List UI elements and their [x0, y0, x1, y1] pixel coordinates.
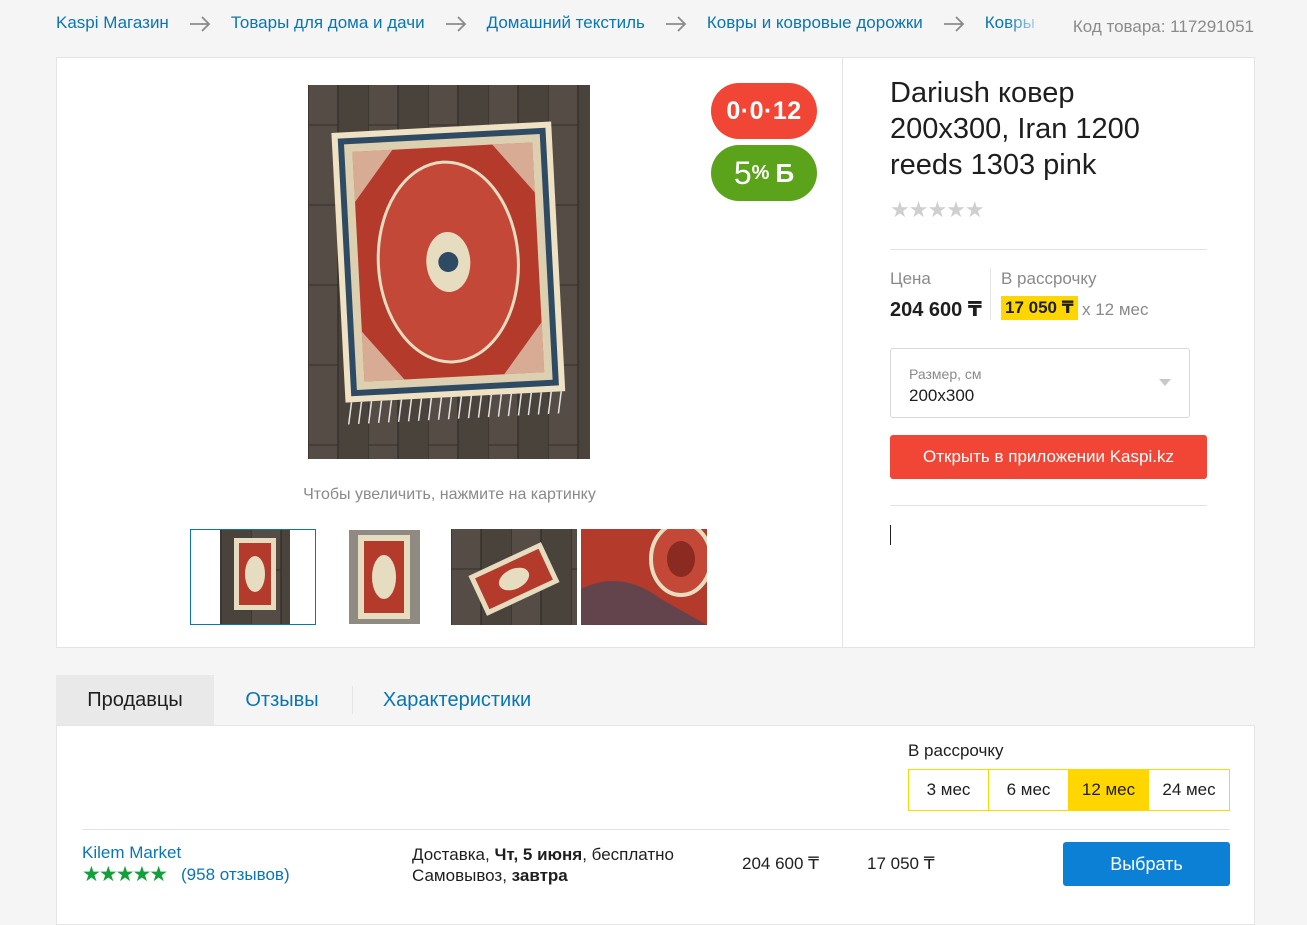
breadcrumb-item-home-garden[interactable]: Товары для дома и дачи: [231, 13, 425, 33]
thumbnail-2[interactable]: [320, 529, 446, 625]
term-12-months-button[interactable]: 12 мес: [1069, 770, 1149, 810]
bonus-symbol: Б: [775, 157, 795, 188]
delivery-prefix: Доставка,: [412, 845, 495, 864]
thumbnail-3[interactable]: [451, 529, 577, 625]
breadcrumb-fade: [1006, 10, 1046, 36]
seller-installment: 17 050 ₸: [867, 854, 935, 873]
delivery-date: Чт, 5 июня: [494, 845, 583, 864]
seller-rating-stars-icon: ★★★★★: [82, 863, 168, 886]
installment-0-0-12-badge: 0·0·12: [711, 83, 817, 139]
arrow-right-icon: [169, 13, 231, 33]
open-in-app-button[interactable]: Открыть в приложении Kaspi.kz: [890, 435, 1207, 479]
delivery-info: Доставка, Чт, 5 июня, бесплатно Самовыво…: [412, 844, 674, 886]
pickup-line: Самовывоз, завтра: [412, 865, 674, 886]
delivery-line: Доставка, Чт, 5 июня, бесплатно: [412, 844, 674, 865]
arrow-right-icon: [645, 13, 707, 33]
installment-label: В рассрочку: [1001, 269, 1097, 288]
text-cursor: [890, 525, 891, 545]
product-tabs: Продавцы Отзывы Характеристики: [56, 675, 856, 734]
size-select-value: 200x300: [909, 386, 975, 405]
pickup-date: завтра: [511, 866, 568, 885]
product-title: Dariush ковер 200x300, Iran 1200 reeds 1…: [890, 77, 1140, 181]
arrow-right-icon: [923, 13, 985, 33]
rating-stars-icon: ★★★★★: [890, 197, 985, 222]
divider: [890, 249, 1207, 250]
select-seller-button[interactable]: Выбрать: [1063, 842, 1230, 886]
thumbnail-1[interactable]: [190, 529, 316, 625]
pickup-prefix: Самовывоз,: [412, 866, 512, 885]
price-value: 204 600 ₸: [890, 299, 982, 321]
seller-price: 204 600 ₸: [742, 854, 819, 873]
chevron-down-icon: [1159, 379, 1171, 386]
size-select-label: Размер, см: [909, 366, 982, 382]
installment-term-selector: 3 мес 6 мес 12 мес 24 мес: [908, 769, 1230, 811]
thumbnail-4[interactable]: [581, 529, 707, 625]
main-product-image[interactable]: [308, 85, 590, 459]
zoom-hint: Чтобы увеличить, нажмите на картинку: [303, 486, 596, 503]
breadcrumb-item-home-textile[interactable]: Домашний текстиль: [487, 13, 645, 33]
divider: [82, 829, 1230, 830]
sellers-panel: В рассрочку 3 мес 6 мес 12 мес 24 мес Ki…: [56, 725, 1255, 925]
divider: [890, 505, 1207, 506]
product-card: 0·0·12 5% Б Чтобы увеличить, нажмите на к…: [56, 57, 1255, 648]
bonus-badge: 5% Б: [711, 145, 817, 201]
product-sku: Код товара: 117291051: [1072, 17, 1254, 36]
breadcrumb-item-kaspi-shop[interactable]: Kaspi Магазин: [56, 13, 169, 33]
tab-reviews[interactable]: Отзывы: [214, 675, 350, 726]
term-3-months-button[interactable]: 3 мес: [909, 770, 989, 810]
arrow-right-icon: [425, 13, 487, 33]
breadcrumb-item-carpets-runners[interactable]: Ковры и ковровые дорожки: [707, 13, 923, 33]
term-24-months-button[interactable]: 24 мес: [1149, 770, 1229, 810]
installment-term-label: В рассрочку: [908, 741, 1004, 760]
product-gallery: 0·0·12 5% Б Чтобы увеличить, нажмите на к…: [57, 58, 843, 647]
term-6-months-button[interactable]: 6 мес: [989, 770, 1069, 810]
tab-sellers[interactable]: Продавцы: [56, 675, 214, 734]
bonus-value: 5: [733, 154, 752, 191]
price-divider: [990, 268, 991, 320]
bonus-percent: %: [751, 161, 770, 184]
price-label: Цена: [890, 269, 931, 288]
installment-term: x 12 мес: [1082, 300, 1149, 319]
tab-specifications[interactable]: Характеристики: [354, 675, 560, 726]
delivery-suffix: , бесплатно: [582, 845, 675, 864]
breadcrumb: Kaspi Магазин Товары для дома и дачи Дом…: [56, 10, 1046, 36]
size-select[interactable]: Размер, см 200x300: [890, 348, 1190, 418]
seller-name-link[interactable]: Kilem Market: [82, 843, 181, 863]
seller-reviews-link[interactable]: (958 отзывов): [181, 865, 290, 885]
tab-divider: [352, 686, 353, 714]
installment-amount: 17 050 ₸: [1001, 296, 1078, 320]
